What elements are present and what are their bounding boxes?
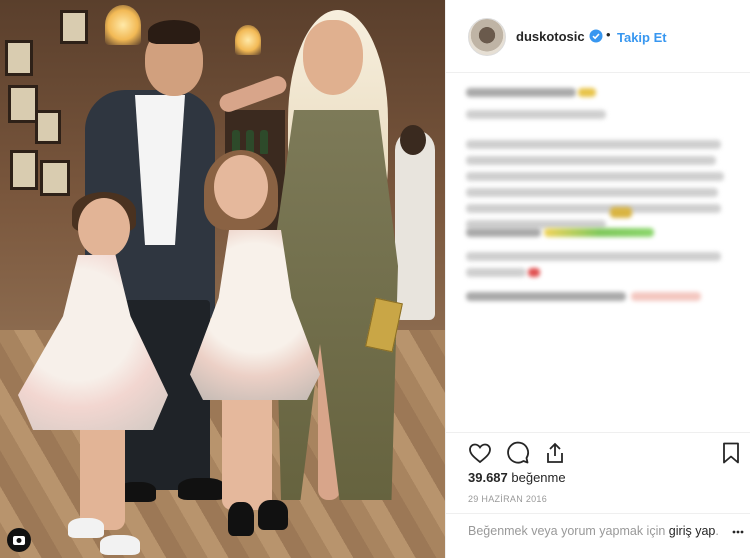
man-hair xyxy=(148,20,200,44)
wall-frame xyxy=(10,150,38,190)
caption-emoji xyxy=(610,207,632,218)
bookmark-icon[interactable] xyxy=(719,441,743,465)
action-bar xyxy=(446,432,750,473)
share-icon[interactable] xyxy=(543,441,567,465)
caption-line xyxy=(466,172,724,181)
caption-line xyxy=(466,88,576,97)
girl-head xyxy=(214,155,268,219)
caption-line xyxy=(466,140,721,149)
separator-dot: • xyxy=(606,27,611,42)
post-photo[interactable] xyxy=(0,0,445,558)
login-link[interactable]: giriş yap xyxy=(669,524,716,538)
heart-icon[interactable] xyxy=(468,441,492,465)
wall-frame xyxy=(40,160,70,196)
post-header: duskotosic • Takip Et xyxy=(446,0,750,73)
comment-emoji xyxy=(528,268,540,277)
caption-line xyxy=(466,188,718,197)
likes-number: 39.687 xyxy=(468,470,508,485)
girl-shoe xyxy=(258,500,288,530)
caption-line xyxy=(466,110,606,119)
login-suffix: . xyxy=(715,524,719,538)
wall-frame xyxy=(60,10,88,44)
camera-icon[interactable] xyxy=(6,527,32,553)
caption-emoji xyxy=(578,88,596,97)
more-icon[interactable] xyxy=(731,525,745,539)
login-prompt: Beğenmek veya yorum yapmak için giriş ya… xyxy=(446,513,750,559)
background-person xyxy=(395,130,435,320)
girl-shoe xyxy=(100,535,140,555)
comment-line xyxy=(466,228,541,237)
woman-head xyxy=(303,20,363,95)
man-shoe xyxy=(178,478,226,500)
comment-line xyxy=(466,292,626,301)
wall-frame xyxy=(35,110,61,144)
post-sidebar: duskotosic • Takip Et 39.687 beğenme 29 … xyxy=(445,0,750,558)
wall-frame xyxy=(8,85,38,123)
comment-line xyxy=(466,268,526,277)
caption-line xyxy=(466,156,716,165)
comment-line xyxy=(466,252,721,261)
girl-shoe xyxy=(68,518,104,538)
comments-list xyxy=(466,82,734,432)
login-text: Beğenmek veya yorum yapmak için giriş ya… xyxy=(468,523,738,540)
comment-emoji xyxy=(631,292,701,301)
post-date[interactable]: 29 HAZİRAN 2016 xyxy=(468,494,547,504)
username[interactable]: duskotosic xyxy=(516,29,585,44)
follow-button[interactable]: Takip Et xyxy=(617,30,667,45)
bottle xyxy=(260,130,268,154)
ceiling-lamp xyxy=(105,5,141,45)
likes-label: beğenme xyxy=(511,470,566,485)
instagram-post: duskotosic • Takip Et 39.687 beğenme 29 … xyxy=(0,0,750,558)
caption-line xyxy=(466,204,721,213)
girl-shoe xyxy=(228,502,254,536)
avatar[interactable] xyxy=(468,18,506,56)
comment-icon[interactable] xyxy=(506,441,530,465)
background-person-head xyxy=(400,125,426,155)
girl-head xyxy=(78,198,130,258)
verified-badge-icon xyxy=(589,29,603,43)
wall-frame xyxy=(5,40,33,76)
ceiling-lamp xyxy=(235,25,261,55)
comment-emoji xyxy=(544,228,654,237)
likes-count[interactable]: 39.687 beğenme xyxy=(468,470,566,485)
girl-legs xyxy=(80,420,125,530)
girl-legs xyxy=(222,390,272,510)
login-prefix: Beğenmek veya yorum yapmak için xyxy=(468,524,666,538)
